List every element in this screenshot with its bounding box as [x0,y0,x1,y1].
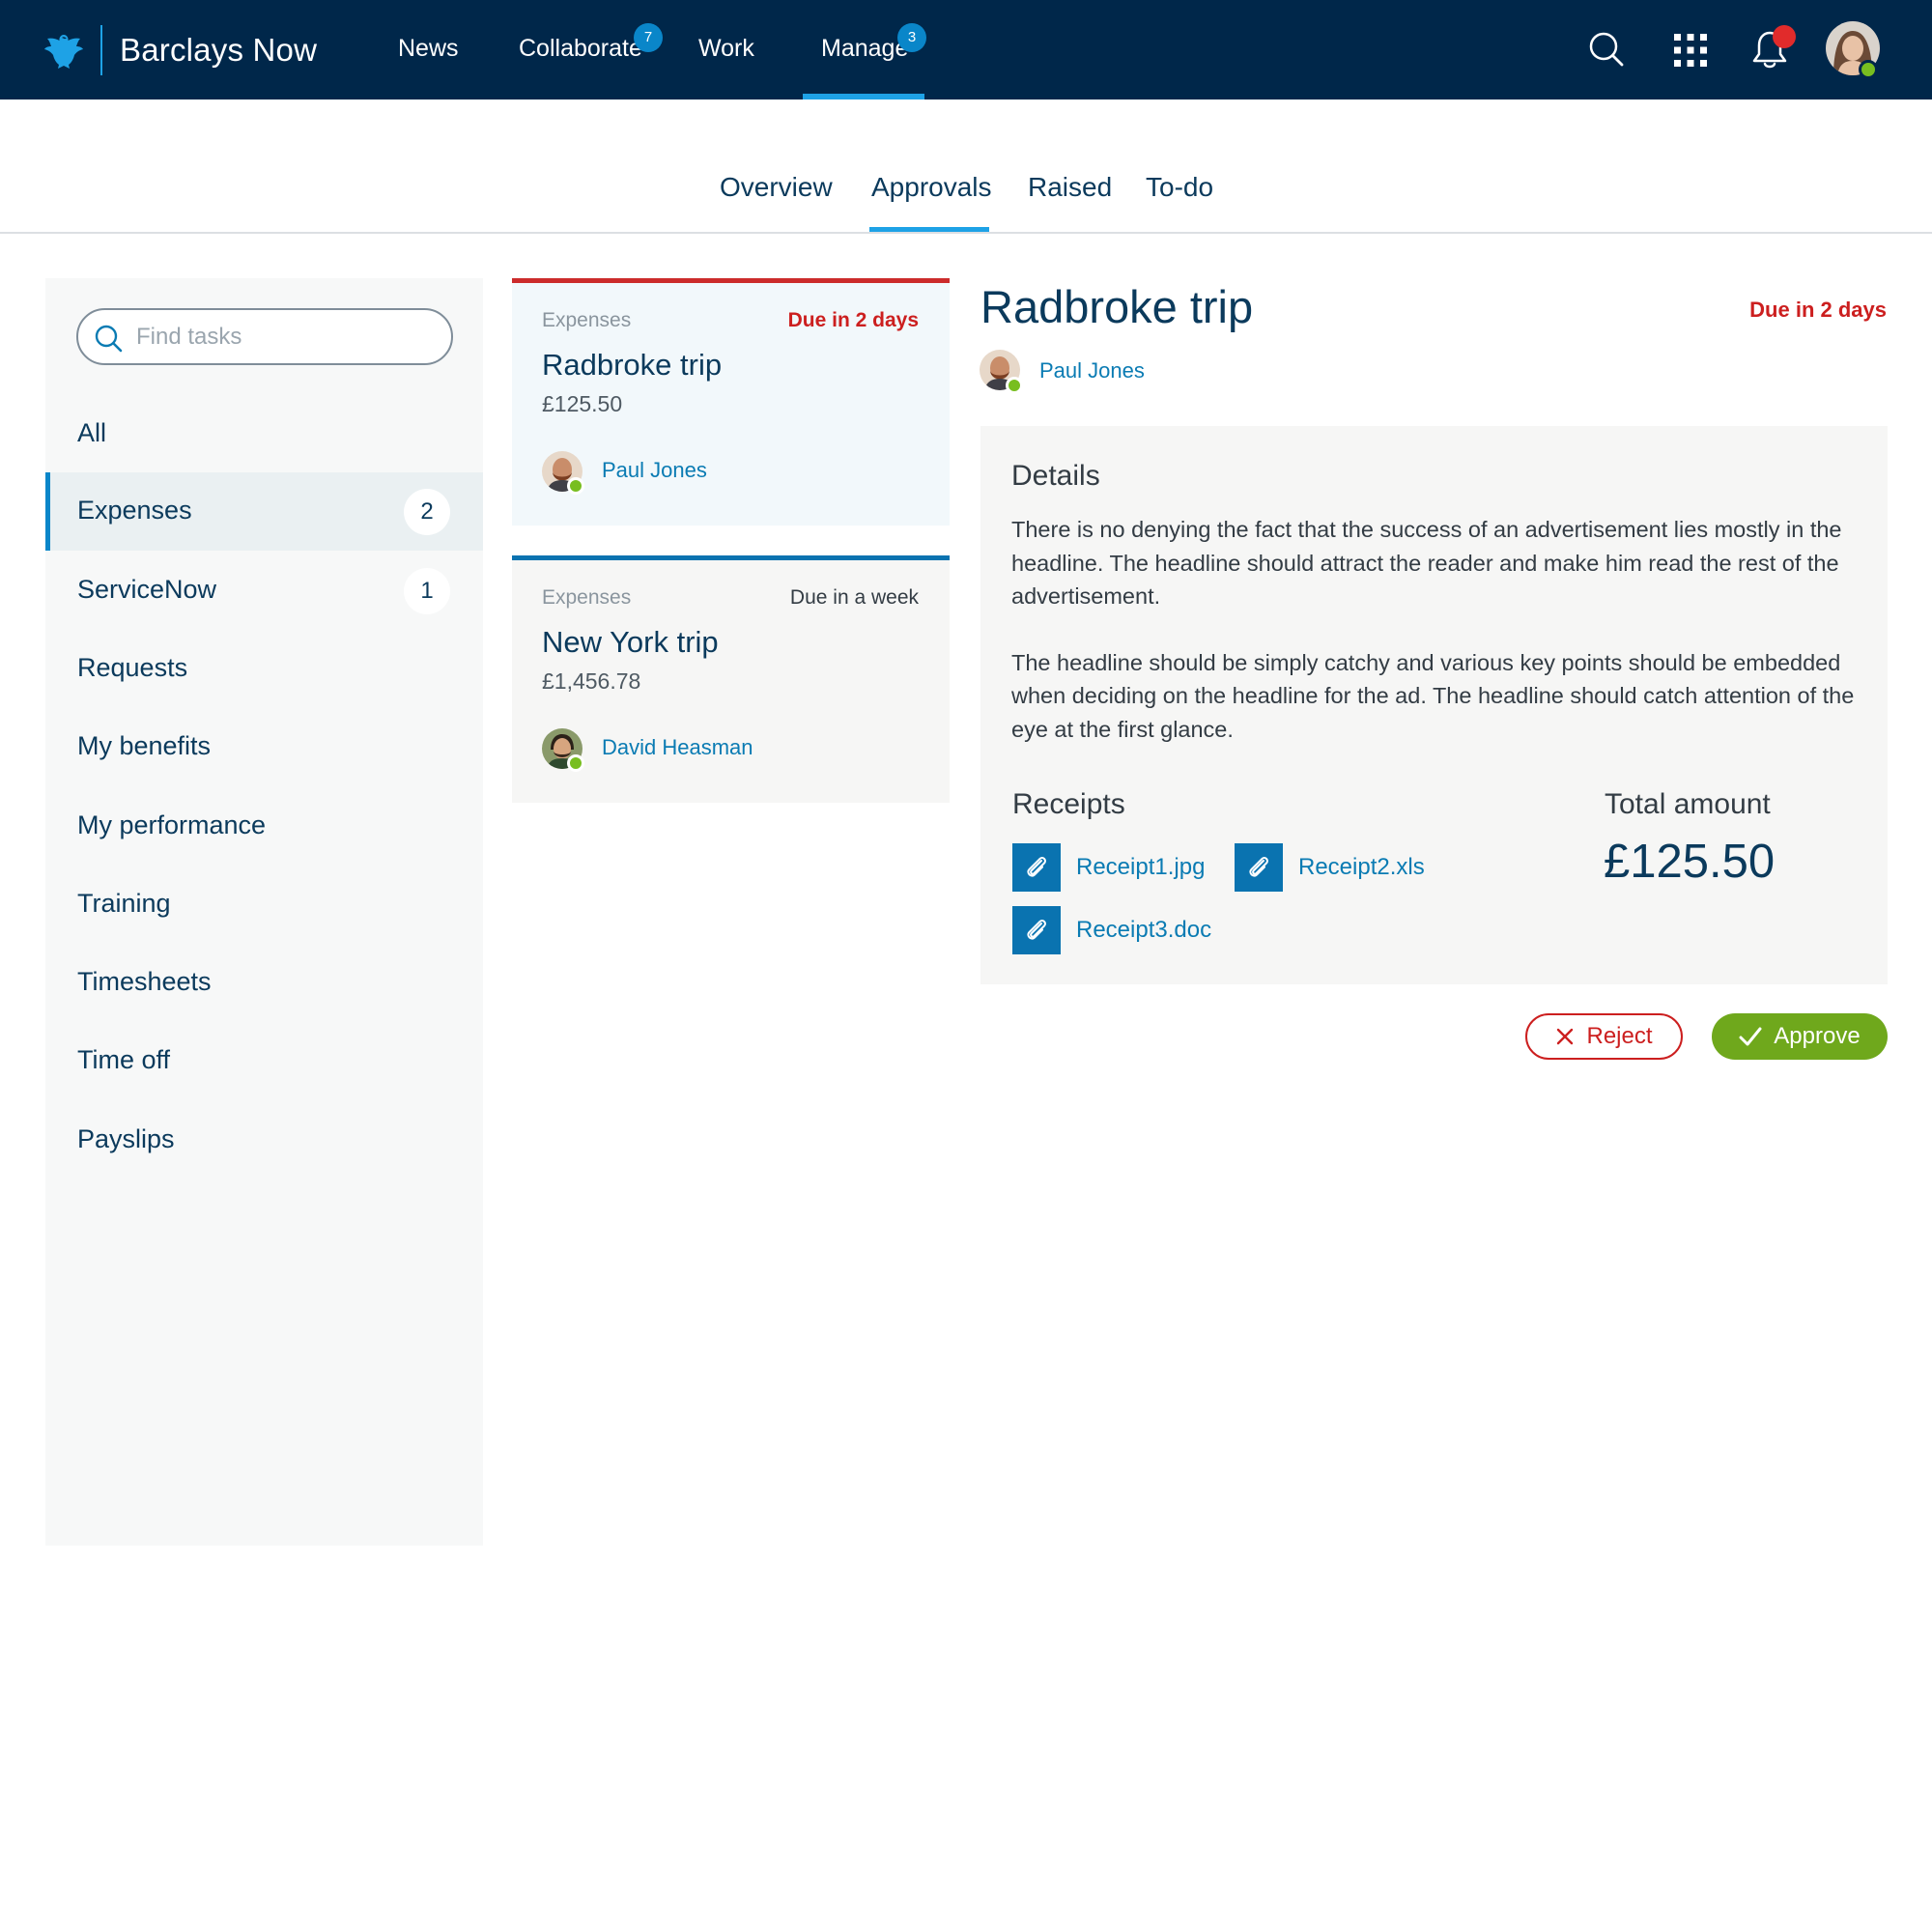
task-person[interactable]: Paul Jones [602,458,707,483]
online-status [1006,377,1023,394]
detail-person[interactable]: Paul Jones [1039,358,1145,384]
approve-button[interactable]: Approve [1712,1013,1888,1060]
sidebar-item-my-benefits[interactable]: My benefits [45,708,483,786]
sidebar-item-label: Expenses [77,496,192,525]
count-badge: 1 [404,568,450,614]
task-sidebar: All Expenses 2 ServiceNow 1 Requests My … [45,278,483,1546]
nav-news[interactable]: News [398,35,459,63]
tab-todo[interactable]: To-do [1146,172,1213,203]
details-text: There is no denying the fact that the su… [1011,513,1861,746]
manage-badge: 3 [897,23,926,52]
search-input[interactable] [136,320,436,355]
sidebar-item-label: My benefits [77,731,212,760]
task-amount: £125.50 [542,391,623,416]
approve-label: Approve [1774,1023,1861,1049]
user-online-status [1859,60,1878,79]
total-amount-value: £125.50 [1604,836,1776,888]
task-amount: £1,456.78 [542,668,641,694]
nav-manage[interactable]: Manage [821,35,908,63]
eagle-logo-icon [44,35,83,69]
nav-work[interactable]: Work [698,35,754,63]
find-tasks-search[interactable] [76,308,453,365]
paperclip-icon [1235,843,1283,892]
reject-button[interactable]: Reject [1525,1013,1683,1060]
details-paragraph: The headline should be simply catchy and… [1011,649,1855,742]
task-category: Expenses [542,586,632,609]
tabs-divider [0,232,1932,234]
brand-divider [100,25,102,75]
paperclip-icon [1012,843,1061,892]
sidebar-item-expenses[interactable]: Expenses 2 [45,472,483,551]
task-card-new-york[interactable]: Expenses Due in a week New York trip £1,… [512,555,950,803]
sidebar-item-label: Time off [77,1045,171,1074]
paperclip-icon [1012,906,1061,954]
details-panel: Details There is no denying the fact tha… [980,426,1888,984]
sidebar-item-label: Payslips [77,1124,175,1153]
app-name: Barclays Now [120,32,318,68]
task-category: Expenses [542,309,632,331]
receipt-name: Receipt2.xls [1298,854,1425,880]
sidebar-item-label: My performance [77,810,267,839]
sidebar-item-time-off[interactable]: Time off [45,1022,483,1100]
brand[interactable]: Barclays Now [43,25,317,75]
sidebar-item-training[interactable]: Training [45,866,483,944]
notification-dot [1773,25,1796,48]
nav-collaborate[interactable]: Collaborate [519,35,642,63]
sidebar-item-label: ServiceNow [77,575,217,604]
total-amount-label: Total amount [1605,788,1771,820]
online-status [567,477,584,495]
receipt-link[interactable]: Receipt1.jpg [1012,843,1205,892]
checkmark-icon [1739,1026,1762,1047]
sidebar-item-payslips[interactable]: Payslips [45,1101,483,1179]
apps-grid-icon[interactable] [1674,34,1707,67]
close-icon [1555,1027,1575,1046]
tab-overview[interactable]: Overview [720,172,833,203]
sidebar-item-label: Timesheets [77,967,212,996]
detail-due: Due in 2 days [1749,298,1887,322]
collaborate-badge: 7 [634,23,663,52]
task-person[interactable]: David Heasman [602,735,753,760]
search-icon[interactable] [1588,31,1625,68]
card-priority-bar [512,278,950,283]
detail-title: Radbroke trip [980,281,1254,332]
sidebar-item-label: All [77,418,107,447]
task-title: Radbroke trip [542,348,723,382]
details-paragraph: There is no denying the fact that the su… [1011,517,1842,609]
sidebar-item-my-performance[interactable]: My performance [45,787,483,866]
tab-raised[interactable]: Raised [1028,172,1112,203]
task-card-radbroke[interactable]: Expenses Due in 2 days Radbroke trip £12… [512,278,950,526]
receipt-name: Receipt1.jpg [1076,854,1206,880]
online-status [567,754,584,772]
sidebar-item-timesheets[interactable]: Timesheets [45,944,483,1022]
receipts-heading: Receipts [1012,788,1125,820]
sidebar-item-requests[interactable]: Requests [45,630,483,708]
task-title: New York trip [542,625,719,659]
count-badge: 2 [404,489,450,535]
receipt-link[interactable]: Receipt3.doc [1012,906,1211,954]
receipt-name: Receipt3.doc [1076,917,1212,943]
reject-label: Reject [1586,1023,1653,1049]
sidebar-item-label: Training [77,889,171,918]
nav-active-indicator [803,94,924,99]
sidebar-item-label: Requests [77,653,188,682]
task-due: Due in 2 days [787,309,919,331]
details-heading: Details [1011,460,1100,492]
card-priority-bar [512,555,950,560]
sidebar-item-all[interactable]: All [45,395,483,473]
search-icon [95,325,123,353]
top-navigation-bar: Barclays Now News Collaborate 7 Work Man… [0,0,1932,99]
sidebar-item-servicenow[interactable]: ServiceNow 1 [45,552,483,630]
receipt-link[interactable]: Receipt2.xls [1235,843,1425,892]
tab-approvals[interactable]: Approvals [871,172,992,203]
task-due: Due in a week [789,586,919,609]
